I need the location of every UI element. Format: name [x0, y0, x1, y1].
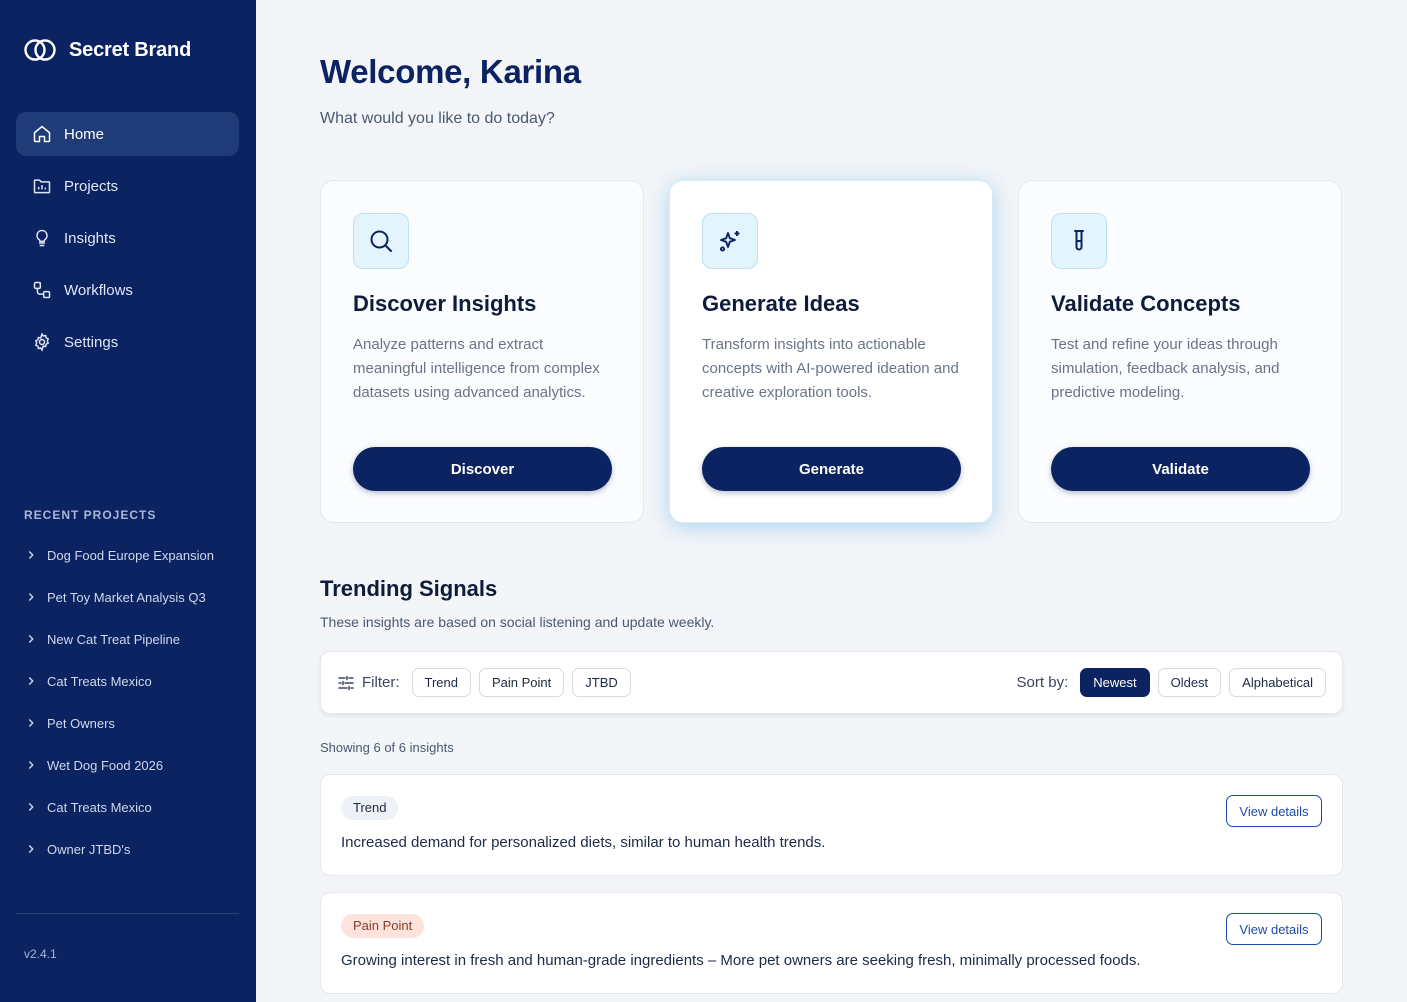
- trending-signals-subtitle: These insights are based on social liste…: [320, 614, 715, 630]
- action-cards: Discover Insights Analyze patterns and e…: [320, 180, 1342, 523]
- chevron-right-icon: [28, 761, 34, 769]
- lightbulb-icon: [36, 229, 48, 247]
- recent-project-item[interactable]: New Cat Treat Pipeline: [24, 618, 244, 660]
- chevron-right-icon: [28, 593, 34, 601]
- page-subtitle: What would you like to do today?: [320, 110, 555, 127]
- recent-project-label: New Cat Treat Pipeline: [47, 631, 180, 647]
- nav-label: Insights: [64, 229, 116, 247]
- generate-button[interactable]: Generate: [702, 447, 961, 491]
- recent-project-item[interactable]: Owner JTBD's: [24, 828, 244, 870]
- card-discover-insights: Discover Insights Analyze patterns and e…: [320, 180, 644, 523]
- gear-icon: [34, 332, 50, 352]
- recent-project-item[interactable]: Pet Toy Market Analysis Q3: [24, 576, 244, 618]
- recent-project-label: Cat Treats Mexico: [47, 673, 152, 689]
- recent-projects-list: Dog Food Europe Expansion Pet Toy Market…: [24, 534, 244, 870]
- chevron-right-icon: [28, 719, 34, 727]
- recent-project-label: Owner JTBD's: [47, 841, 131, 857]
- recent-project-item[interactable]: Pet Owners: [24, 702, 244, 744]
- view-details-button[interactable]: View details: [1226, 795, 1322, 827]
- search-icon: [370, 230, 392, 252]
- nav-item-workflows[interactable]: Workflows: [16, 268, 239, 312]
- nav-label: Projects: [64, 177, 119, 195]
- test-tube-icon: [1074, 230, 1084, 251]
- recent-project-label: Dog Food Europe Expansion: [47, 547, 214, 563]
- recent-project-label: Wet Dog Food 2026: [47, 757, 164, 773]
- chevron-right-icon: [28, 845, 34, 853]
- nav-item-projects[interactable]: Projects: [16, 164, 239, 208]
- insight-text: Growing interest in fresh and human-grad…: [341, 952, 1141, 969]
- recent-project-label: Pet Toy Market Analysis Q3: [47, 589, 206, 605]
- recent-project-label: Cat Treats Mexico: [47, 799, 152, 815]
- filter-chip-jtbd[interactable]: JTBD: [572, 668, 631, 697]
- card-validate-concepts: Validate Concepts Test and refine your i…: [1018, 180, 1342, 523]
- brand-logo-icon: [24, 39, 56, 61]
- view-details-button[interactable]: View details: [1226, 913, 1322, 945]
- sort-chip-oldest[interactable]: Oldest: [1157, 668, 1222, 697]
- sparkles-icon: [719, 231, 740, 252]
- filter-chip-trend[interactable]: Trend: [411, 668, 471, 697]
- results-count: Showing 6 of 6 insights: [320, 740, 454, 755]
- brand-name: Secret Brand: [69, 38, 192, 61]
- sidebar: Secret Brand Home Projects Insights Work…: [0, 0, 256, 1002]
- app-version: v2.4.1: [24, 947, 57, 961]
- workflow-icon: [33, 281, 51, 299]
- sliders-icon: [338, 675, 354, 690]
- card-title: Generate Ideas: [702, 291, 860, 316]
- sidebar-divider: [16, 913, 239, 914]
- nav-label: Home: [64, 125, 105, 143]
- card-description: Transform insights into actionable conce…: [702, 336, 959, 401]
- recent-project-item[interactable]: Dog Food Europe Expansion: [24, 534, 244, 576]
- page-title: Welcome, Karina: [320, 53, 581, 90]
- trending-signals-title: Trending Signals: [320, 576, 498, 601]
- recent-project-item[interactable]: Wet Dog Food 2026: [24, 744, 244, 786]
- brand[interactable]: Secret Brand: [24, 36, 191, 64]
- filter-label: Filter:: [362, 674, 400, 691]
- card-icon-wrap: [353, 213, 409, 269]
- chevron-right-icon: [28, 803, 34, 811]
- nav-item-settings[interactable]: Settings: [16, 320, 239, 364]
- sort-label: Sort by:: [1016, 674, 1069, 691]
- recent-project-item[interactable]: Cat Treats Mexico: [24, 786, 244, 828]
- nav-item-home[interactable]: Home: [16, 112, 239, 156]
- filter-bar: Filter: Trend Pain Point JTBD Sort by: N…: [320, 651, 1343, 714]
- nav-label: Workflows: [64, 281, 133, 299]
- sort-chip-alphabetical[interactable]: Alphabetical: [1229, 668, 1326, 697]
- sort-chip-newest[interactable]: Newest: [1080, 668, 1150, 697]
- card-description: Test and refine your ideas through simul…: [1051, 336, 1280, 401]
- insight-card: Pain Point Growing interest in fresh and…: [320, 892, 1343, 994]
- card-generate-ideas: Generate Ideas Transform insights into a…: [669, 180, 993, 523]
- nav-label: Settings: [64, 333, 119, 351]
- card-description: Analyze patterns and extract meaningful …: [353, 336, 600, 401]
- insight-tag: Trend: [341, 796, 399, 820]
- card-title: Validate Concepts: [1051, 291, 1241, 316]
- discover-button[interactable]: Discover: [353, 447, 612, 491]
- main-nav: Home Projects Insights Workflows Setting…: [16, 112, 239, 372]
- chevron-right-icon: [28, 635, 34, 643]
- insight-card: Trend Increased demand for personalized …: [320, 774, 1343, 876]
- card-icon-wrap: [1051, 213, 1107, 269]
- home-icon: [33, 125, 51, 143]
- validate-button[interactable]: Validate: [1051, 447, 1310, 491]
- recent-project-label: Pet Owners: [47, 715, 115, 731]
- card-icon-wrap: [702, 213, 758, 269]
- recent-projects-title: RECENT PROJECTS: [24, 508, 157, 522]
- insight-tag: Pain Point: [341, 914, 425, 938]
- chevron-right-icon: [28, 551, 34, 559]
- nav-item-insights[interactable]: Insights: [16, 216, 239, 260]
- insight-text: Increased demand for personalized diets,…: [341, 834, 826, 851]
- recent-project-item[interactable]: Cat Treats Mexico: [24, 660, 244, 702]
- folder-chart-icon: [33, 179, 51, 194]
- chevron-right-icon: [28, 677, 34, 685]
- card-title: Discover Insights: [353, 291, 537, 316]
- filter-chip-pain-point[interactable]: Pain Point: [478, 668, 565, 697]
